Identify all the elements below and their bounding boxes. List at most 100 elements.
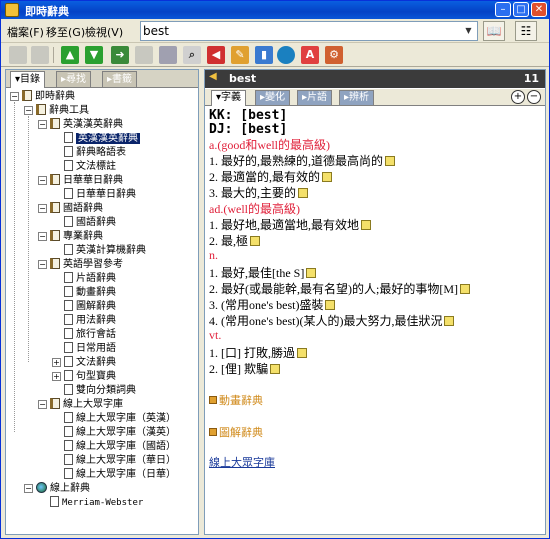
tree-leaf[interactable]: 英漢計算機辭典 xyxy=(64,244,146,258)
book-icon xyxy=(50,398,60,409)
chevron-down-icon[interactable]: ▼ xyxy=(461,23,476,39)
speaker-icon[interactable] xyxy=(325,300,336,310)
tree-node-grammar[interactable]: + 文法辭典 xyxy=(52,356,116,370)
tree-leaf[interactable]: 線上大眾字庫（華日） xyxy=(64,454,176,468)
definition: 1. [口] 打敗,勝過 xyxy=(209,344,307,361)
tree-leaf[interactable]: 線上大眾字庫（漢英） xyxy=(64,426,176,440)
menu-view[interactable]: 檢視(V) xyxy=(85,24,123,40)
toggle-layout-icon[interactable]: ☷ xyxy=(515,21,537,41)
tree-node-jp-chi[interactable]: − 日華華日辭典 xyxy=(38,174,123,188)
tab-inflection[interactable]: ▸變化 xyxy=(255,90,291,105)
tree-leaf[interactable]: 線上大眾字庫（國語） xyxy=(64,440,176,454)
search-input[interactable] xyxy=(143,23,461,39)
tree-leaf[interactable]: 辭典略語表 xyxy=(64,146,126,160)
tree-leaf[interactable]: 用法辭典 xyxy=(64,314,116,328)
up-arrow-icon[interactable]: ▲ xyxy=(61,46,79,64)
font-icon[interactable]: A xyxy=(301,46,319,64)
speaker-icon[interactable] xyxy=(361,220,372,230)
tree-leaf[interactable]: 國語辭典 xyxy=(64,216,116,230)
pos-verb: vt. xyxy=(209,328,222,342)
definition: 4. (常用one's best)(某人的)最大努力,最佳狀況 xyxy=(209,312,455,329)
tree-leaf[interactable]: 圖解辭典 xyxy=(64,300,116,314)
dj-phonetic: DJ: [best] xyxy=(209,122,288,137)
pos-adverb: ad.(well的最高級) xyxy=(209,202,300,216)
speaker-icon[interactable]: ◀ xyxy=(207,46,225,64)
tree-leaf[interactable]: Merriam-Webster xyxy=(50,496,143,510)
tree-line xyxy=(14,102,15,432)
edit-icon[interactable]: ✎ xyxy=(231,46,249,64)
export-icon[interactable]: ➜ xyxy=(111,46,129,64)
zoom-out-icon[interactable]: − xyxy=(527,90,541,104)
tab-search-label: 尋找 xyxy=(66,74,87,85)
tree-leaf[interactable]: 文法標註 xyxy=(64,160,116,174)
tree-leaf[interactable]: 線上大眾字庫（英漢） xyxy=(64,412,176,426)
tree-node-dict-tools[interactable]: − 辭典工具 xyxy=(24,104,89,118)
tree-label: 即時辭典 xyxy=(35,91,75,102)
tree-label: 線上大眾字庫（漢英） xyxy=(76,427,176,438)
speaker-icon[interactable] xyxy=(460,284,470,294)
online-corpus-link[interactable]: 線上大眾字庫 xyxy=(209,454,275,470)
close-button[interactable]: ✕ xyxy=(531,2,547,17)
book-icon xyxy=(50,230,60,241)
tab-search[interactable]: ▸尋找 xyxy=(56,71,92,87)
search-box[interactable]: ▼ xyxy=(140,21,478,41)
tree-leaf[interactable]: 線上大眾字庫（日華） xyxy=(64,468,176,482)
down-arrow-icon[interactable]: ▼ xyxy=(85,46,103,64)
page-icon xyxy=(50,496,59,507)
minimize-button[interactable]: – xyxy=(495,2,511,17)
globe-icon xyxy=(36,482,47,493)
tree-leaf[interactable]: 日華華日辭典 xyxy=(64,188,136,202)
tree-node-sentence[interactable]: + 句型寶典 xyxy=(52,370,116,384)
tab-label: 片語 xyxy=(307,92,328,103)
speaker-icon[interactable] xyxy=(250,236,261,246)
history-icon[interactable] xyxy=(159,46,177,64)
app-icon xyxy=(5,3,19,17)
lookup-icon[interactable]: 📖 xyxy=(483,21,505,41)
speaker-icon[interactable] xyxy=(385,156,396,166)
save-icon[interactable] xyxy=(9,46,27,64)
tree-node-learn[interactable]: − 英語學習參考 xyxy=(38,258,123,272)
tree-leaf[interactable]: 雙向分類詞典 xyxy=(64,384,136,398)
tree-node-online-corpus[interactable]: − 線上大眾字庫 xyxy=(38,398,123,412)
zoom-in-icon[interactable]: + xyxy=(511,90,525,104)
tree-leaf[interactable]: 動畫辭典 xyxy=(64,286,116,300)
menu-goto[interactable]: 移至(G) xyxy=(46,24,85,40)
tab-meaning[interactable]: ▾字義 xyxy=(211,90,247,106)
tree-node-pro[interactable]: − 專業辭典 xyxy=(38,230,103,244)
speaker-icon[interactable] xyxy=(306,268,317,278)
tab-analysis[interactable]: ▸辨析 xyxy=(339,90,375,105)
speaker-icon[interactable] xyxy=(322,172,333,182)
tree-leaf[interactable]: 英漢漢英辭典 xyxy=(64,132,140,146)
tree-leaf[interactable]: 旅行會話 xyxy=(64,328,116,342)
tree-node-guo-yu[interactable]: − 國語辭典 xyxy=(38,202,103,216)
tree-leaf[interactable]: 日常用語 xyxy=(64,342,116,356)
tree-node-online-dict[interactable]: − 線上辭典 xyxy=(24,482,90,496)
link-animation-dict[interactable]: 動畫辭典 xyxy=(209,392,263,408)
copy-icon[interactable] xyxy=(135,46,153,64)
tree-node-root[interactable]: − 即時辭典 xyxy=(10,90,75,104)
title-bar[interactable]: 即時辭典 – □ ✕ xyxy=(1,1,549,19)
print-icon[interactable] xyxy=(31,46,49,64)
tree-leaf[interactable]: 片語辭典 xyxy=(64,272,116,286)
maximize-button[interactable]: □ xyxy=(513,2,529,17)
tree-node-eng-chi[interactable]: − 英漢漢英辭典 xyxy=(38,118,123,132)
speaker-icon[interactable]: ◀ xyxy=(209,71,217,82)
tree-label: 國語辭典 xyxy=(76,217,116,228)
menu-file[interactable]: 檔案(F) xyxy=(7,24,44,40)
tab-phrases[interactable]: ▸片語 xyxy=(297,90,333,105)
tab-directory[interactable]: ▾目錄 xyxy=(10,71,46,88)
settings-icon[interactable]: ⚙ xyxy=(325,46,343,64)
speaker-icon[interactable] xyxy=(444,316,455,326)
definition-text: 1. 最好,最佳[the S] xyxy=(209,266,305,280)
speaker-icon[interactable] xyxy=(298,188,309,198)
directory-panel: ▾目錄 ▸尋找 ▸書籤 − 即時辭典 − 辭典工具 − 英漢漢英辭典 英漢漢英辭典 辭… xyxy=(5,69,199,535)
definition: 2. 最好(或最能幹,最有名望)的人;最好的事物[M] xyxy=(209,280,470,297)
bookmark-icon[interactable]: ▮ xyxy=(255,46,273,64)
tab-bookmarks[interactable]: ▸書籤 xyxy=(102,71,138,87)
link-illustrated-dict[interactable]: 圖解辭典 xyxy=(209,424,263,440)
globe-icon[interactable] xyxy=(277,46,295,64)
speaker-icon[interactable] xyxy=(297,348,307,358)
find-icon[interactable]: ⌕ xyxy=(183,46,201,64)
tree-label: 線上大眾字庫（國語） xyxy=(76,441,176,452)
speaker-icon[interactable] xyxy=(270,364,280,374)
